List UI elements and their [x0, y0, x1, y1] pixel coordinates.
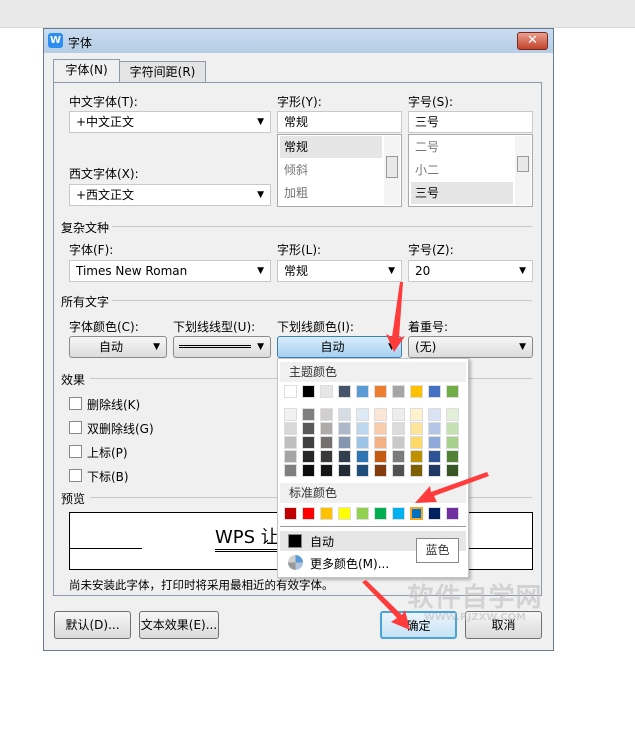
arrow-down-to-dropdown	[386, 282, 405, 352]
arrow-to-ok-button	[362, 580, 410, 630]
arrow-to-blue-swatch	[415, 472, 489, 503]
annotation-arrows	[362, 282, 489, 630]
